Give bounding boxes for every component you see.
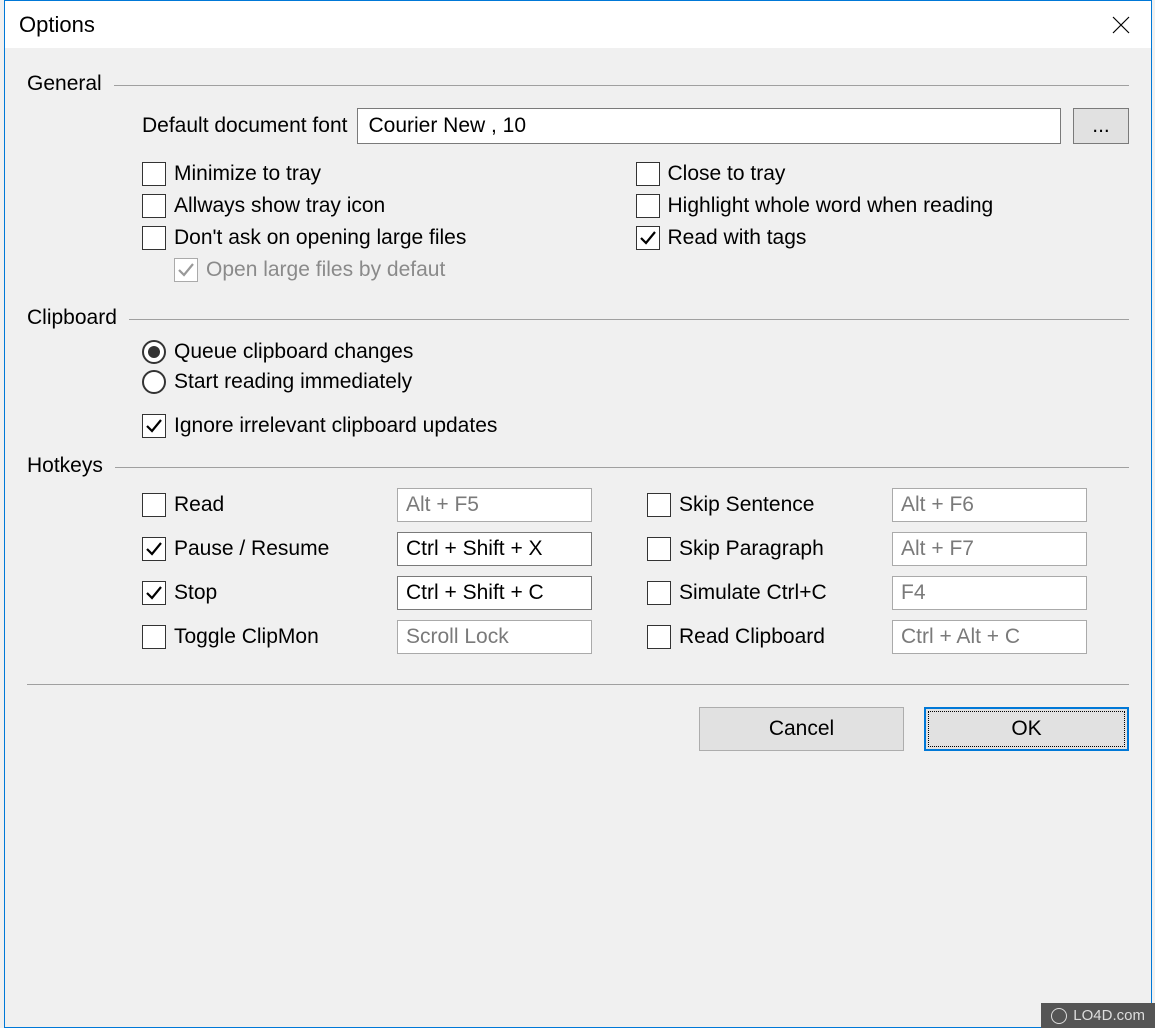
group-hotkeys: Hotkeys — [27, 454, 1129, 478]
radio-start-reading: Start reading immediately — [142, 370, 1129, 394]
check-ignore-irrelevant: Ignore irrelevant clipboard updates — [142, 414, 1129, 438]
check-highlight-word: Highlight whole word when reading — [636, 194, 1130, 218]
hk-stop-check[interactable] — [142, 581, 166, 605]
radio-start-reading-btn[interactable] — [142, 370, 166, 394]
check-show-tray-icon-label: Allways show tray icon — [174, 194, 385, 218]
general-columns: Minimize to tray Allways show tray icon … — [142, 162, 1129, 290]
hk-skip-paragraph-check[interactable] — [647, 537, 671, 561]
check-read-tags: Read with tags — [636, 226, 1130, 250]
check-highlight-word-box[interactable] — [636, 194, 660, 218]
check-ignore-irrelevant-label: Ignore irrelevant clipboard updates — [174, 414, 497, 438]
hk-skip-sentence-label: Skip Sentence — [679, 493, 814, 517]
hk-toggle-clipmon-label: Toggle ClipMon — [174, 625, 319, 649]
hk-read-label: Read — [174, 493, 224, 517]
hk-read-input[interactable] — [397, 488, 592, 522]
check-close-tray-label: Close to tray — [668, 162, 786, 186]
general-body: Default document font ... Minimize to tr… — [142, 108, 1129, 290]
hk-toggle-clipmon: Toggle ClipMon — [142, 625, 397, 649]
check-dont-ask-large: Don't ask on opening large files — [142, 226, 636, 250]
check-minimize-tray: Minimize to tray — [142, 162, 636, 186]
hk-skip-sentence: Skip Sentence — [647, 493, 892, 517]
clipboard-body: Queue clipboard changes Start reading im… — [142, 340, 1129, 438]
hotkeys-body: Read Skip Sentence Pause / Resume — [142, 488, 1129, 654]
hk-skip-sentence-check[interactable] — [647, 493, 671, 517]
hk-pause-resume-check[interactable] — [142, 537, 166, 561]
hk-skip-sentence-input[interactable] — [892, 488, 1087, 522]
radio-start-reading-label: Start reading immediately — [174, 370, 412, 394]
check-read-tags-box[interactable] — [636, 226, 660, 250]
hk-read-clipboard: Read Clipboard — [647, 625, 892, 649]
cancel-button[interactable]: Cancel — [699, 707, 904, 751]
hk-simulate-ctrlc-check[interactable] — [647, 581, 671, 605]
content-area: General Default document font ... Minimi… — [5, 48, 1151, 751]
radio-queue-changes: Queue clipboard changes — [142, 340, 1129, 364]
hk-toggle-clipmon-check[interactable] — [142, 625, 166, 649]
font-input[interactable] — [357, 108, 1061, 144]
hk-stop: Stop — [142, 581, 397, 605]
hk-skip-paragraph-input[interactable] — [892, 532, 1087, 566]
radio-queue-changes-btn[interactable] — [142, 340, 166, 364]
check-ignore-irrelevant-box[interactable] — [142, 414, 166, 438]
hk-read-clipboard-check[interactable] — [647, 625, 671, 649]
window-title: Options — [19, 12, 95, 38]
hk-read-clipboard-label: Read Clipboard — [679, 625, 825, 649]
divider — [114, 85, 1129, 86]
hk-pause-resume-label: Pause / Resume — [174, 537, 329, 561]
hk-pause-resume: Pause / Resume — [142, 537, 397, 561]
ok-button[interactable]: OK — [924, 707, 1129, 751]
hk-read-check[interactable] — [142, 493, 166, 517]
hk-read: Read — [142, 493, 397, 517]
hk-pause-resume-input[interactable] — [397, 532, 592, 566]
watermark-text: LO4D.com — [1073, 1007, 1145, 1024]
check-close-tray-box[interactable] — [636, 162, 660, 186]
group-general-label: General — [27, 72, 114, 96]
check-open-large-default-label: Open large files by defaut — [206, 258, 445, 282]
hk-simulate-ctrlc-label: Simulate Ctrl+C — [679, 581, 827, 605]
check-dont-ask-large-label: Don't ask on opening large files — [174, 226, 466, 250]
general-left-col: Minimize to tray Allways show tray icon … — [142, 162, 636, 290]
watermark: LO4D.com — [1041, 1003, 1155, 1028]
check-show-tray-icon-box[interactable] — [142, 194, 166, 218]
check-highlight-word-label: Highlight whole word when reading — [668, 194, 994, 218]
check-close-tray: Close to tray — [636, 162, 1130, 186]
browse-font-button[interactable]: ... — [1073, 108, 1129, 144]
close-icon — [1112, 16, 1130, 34]
hk-simulate-ctrlc: Simulate Ctrl+C — [647, 581, 892, 605]
general-right-col: Close to tray Highlight whole word when … — [636, 162, 1130, 290]
titlebar: Options — [5, 1, 1151, 48]
options-window: Options General Default document font ..… — [4, 0, 1152, 1028]
divider — [129, 319, 1129, 320]
check-minimize-tray-box[interactable] — [142, 162, 166, 186]
hk-skip-paragraph-label: Skip Paragraph — [679, 537, 824, 561]
group-hotkeys-label: Hotkeys — [27, 454, 115, 478]
check-dont-ask-large-box[interactable] — [142, 226, 166, 250]
hotkeys-grid: Read Skip Sentence Pause / Resume — [142, 488, 1129, 654]
group-clipboard: Clipboard — [27, 306, 1129, 330]
group-clipboard-label: Clipboard — [27, 306, 129, 330]
font-label: Default document font — [142, 114, 347, 138]
check-open-large-default: Open large files by defaut — [174, 258, 636, 282]
divider — [115, 467, 1129, 468]
font-row: Default document font ... — [142, 108, 1129, 144]
close-button[interactable] — [1091, 1, 1151, 48]
footer: Cancel OK — [27, 684, 1129, 751]
hk-stop-label: Stop — [174, 581, 217, 605]
radio-queue-changes-label: Queue clipboard changes — [174, 340, 413, 364]
check-read-tags-label: Read with tags — [668, 226, 807, 250]
hk-skip-paragraph: Skip Paragraph — [647, 537, 892, 561]
globe-icon — [1051, 1008, 1067, 1024]
check-open-large-default-box — [174, 258, 198, 282]
group-general: General — [27, 72, 1129, 96]
check-show-tray-icon: Allways show tray icon — [142, 194, 636, 218]
hk-read-clipboard-input[interactable] — [892, 620, 1087, 654]
check-minimize-tray-label: Minimize to tray — [174, 162, 321, 186]
hk-simulate-ctrlc-input[interactable] — [892, 576, 1087, 610]
hk-toggle-clipmon-input[interactable] — [397, 620, 592, 654]
hk-stop-input[interactable] — [397, 576, 592, 610]
